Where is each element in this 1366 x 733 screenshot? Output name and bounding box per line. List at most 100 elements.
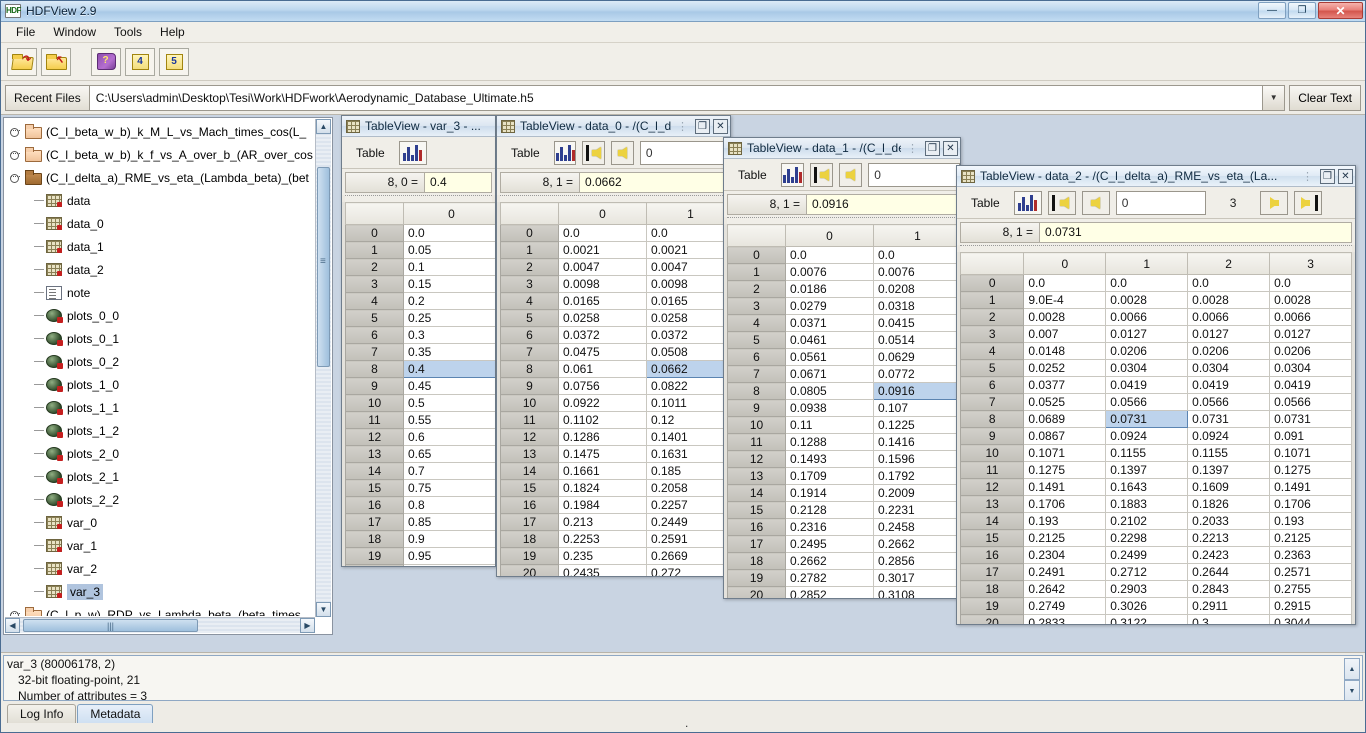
- table-row[interactable]: 13 0.65: [345, 445, 495, 463]
- table-cell[interactable]: 0.1491: [1269, 478, 1352, 496]
- row-header[interactable]: 1: [727, 263, 786, 281]
- table-cell[interactable]: 0.75: [403, 479, 495, 497]
- table-cell[interactable]: 0.2033: [1187, 512, 1271, 530]
- table-cell[interactable]: 0.3: [1187, 614, 1271, 624]
- table-row[interactable]: 8 0.0805 0.0916: [727, 382, 960, 400]
- table-row[interactable]: 11 0.1102 0.12: [500, 411, 730, 429]
- row-header[interactable]: 11: [500, 411, 559, 429]
- column-header[interactable]: 1: [1105, 252, 1189, 275]
- table-cell[interactable]: 0.1401: [646, 428, 730, 446]
- row-header[interactable]: 18: [959, 580, 1025, 598]
- table-row[interactable]: 13 0.1706 0.1883 0.1826 0.1706: [959, 495, 1352, 513]
- table-cell[interactable]: 0.2915: [1269, 597, 1352, 615]
- table-cell[interactable]: 0.2231: [873, 501, 960, 519]
- table-cell[interactable]: 0.0: [646, 224, 730, 242]
- row-header[interactable]: 12: [727, 450, 786, 468]
- tableview-close-button[interactable]: ✕: [1338, 168, 1353, 184]
- hdf5-library-button[interactable]: 5: [159, 47, 189, 76]
- row-header[interactable]: 17: [345, 513, 404, 531]
- table-cell[interactable]: 0.9: [403, 530, 495, 548]
- tableview-maximize-button[interactable]: ❐: [1320, 168, 1335, 184]
- table-row[interactable]: 1 0.0021 0.0021: [500, 241, 730, 259]
- table-cell[interactable]: 0.091: [1269, 427, 1352, 445]
- tree-expand-handle-icon[interactable]: [10, 125, 23, 138]
- table-cell[interactable]: 0.2449: [646, 513, 730, 531]
- table-row[interactable]: 3 0.15: [345, 275, 495, 293]
- table-cell[interactable]: 0.0508: [646, 343, 730, 361]
- table-cell[interactable]: 0.2856: [873, 552, 960, 570]
- row-header[interactable]: 13: [959, 495, 1025, 513]
- table-cell[interactable]: 0.0461: [785, 331, 874, 349]
- data-table[interactable]: 0 0 0.0 1 0.05 2 0.1 3 0.15 4 0.2 5 0.25 6 0.3 7 0.35 8 0.…: [345, 202, 495, 566]
- table-cell[interactable]: 0.25: [403, 309, 495, 327]
- tableview-menu-table[interactable]: Table: [730, 168, 775, 182]
- row-header[interactable]: 10: [959, 444, 1025, 462]
- row-header[interactable]: 15: [727, 501, 786, 519]
- row-header[interactable]: 2: [727, 280, 786, 298]
- table-cell[interactable]: 0.2423: [1187, 546, 1271, 564]
- table-row[interactable]: 4 0.0371 0.0415: [727, 314, 960, 332]
- table-row[interactable]: 12 0.1493 0.1596: [727, 450, 960, 468]
- table-cell[interactable]: 0.0206: [1187, 342, 1271, 360]
- tableview-window-data_1[interactable]: TableView - data_1 - /(C_l_delta_a)_RME_…: [723, 137, 961, 599]
- close-file-button[interactable]: ↖: [41, 47, 71, 76]
- table-cell[interactable]: 0.2495: [785, 535, 874, 553]
- table-cell[interactable]: 0.0372: [646, 326, 730, 344]
- table-grid-container[interactable]: 0 1 0 0.0 0.0 1 0.0076 0.0076 2 0.0186 0.0208 3 0.02…: [724, 224, 960, 598]
- row-header[interactable]: 4: [959, 342, 1025, 360]
- row-header[interactable]: 14: [500, 462, 559, 480]
- table-cell[interactable]: 0.1643: [1105, 478, 1189, 496]
- row-header[interactable]: 5: [500, 309, 559, 327]
- table-row[interactable]: 15 0.2125 0.2298 0.2213 0.2125: [959, 529, 1352, 547]
- table-cell[interactable]: 0.0028: [1105, 291, 1189, 309]
- chart-icon[interactable]: [780, 162, 804, 187]
- table-cell[interactable]: 0.0021: [558, 241, 647, 259]
- table-cell[interactable]: 0.0475: [558, 343, 647, 361]
- table-cell[interactable]: 1.0: [403, 564, 495, 566]
- row-header[interactable]: 3: [959, 325, 1025, 343]
- row-header[interactable]: 9: [345, 377, 404, 395]
- row-header[interactable]: 14: [959, 512, 1025, 530]
- row-header[interactable]: 16: [345, 496, 404, 514]
- row-header[interactable]: 13: [345, 445, 404, 463]
- table-cell[interactable]: 0.2363: [1269, 546, 1352, 564]
- table-row[interactable]: 10 0.11 0.1225: [727, 416, 960, 434]
- data-table[interactable]: 0 1 0 0.0 0.0 1 0.0021 0.0021 2 0.0047 0.0047 3 0.00…: [500, 202, 730, 576]
- table-row[interactable]: 18 0.2662 0.2856: [727, 552, 960, 570]
- tree-node-data[interactable]: data: [4, 189, 314, 212]
- row-header[interactable]: 11: [345, 411, 404, 429]
- table-cell[interactable]: 0.0021: [646, 241, 730, 259]
- row-header[interactable]: 3: [727, 297, 786, 315]
- tree-scroll-left-button[interactable]: ◀: [5, 618, 20, 633]
- page-index-input[interactable]: 0: [868, 162, 960, 187]
- table-cell[interactable]: 0.0731: [1105, 410, 1189, 428]
- tree-scroll-up-button[interactable]: ▲: [316, 119, 331, 134]
- nav-first-page-button[interactable]: [809, 162, 834, 187]
- tree-node-plots_2_1[interactable]: plots_2_1: [4, 465, 314, 488]
- table-cell[interactable]: 0.0304: [1187, 359, 1271, 377]
- table-cell[interactable]: 0.0822: [646, 377, 730, 395]
- row-header[interactable]: 2: [345, 258, 404, 276]
- table-row[interactable]: 18 0.2253 0.2591: [500, 530, 730, 548]
- tree-node-plots_0_2[interactable]: plots_0_2: [4, 350, 314, 373]
- table-cell[interactable]: 0.0514: [873, 331, 960, 349]
- row-header[interactable]: 6: [500, 326, 559, 344]
- table-row[interactable]: 5 0.0258 0.0258: [500, 309, 730, 327]
- table-row[interactable]: 3 0.0098 0.0098: [500, 275, 730, 293]
- table-row[interactable]: 19 0.2782 0.3017: [727, 569, 960, 587]
- table-cell[interactable]: 0.0525: [1023, 393, 1107, 411]
- row-header[interactable]: 14: [727, 484, 786, 502]
- table-cell[interactable]: 0.0165: [558, 292, 647, 310]
- tab-metadata[interactable]: Metadata: [77, 704, 154, 723]
- table-cell[interactable]: 0.0206: [1105, 342, 1189, 360]
- table-cell[interactable]: 0.0: [558, 224, 647, 242]
- table-row[interactable]: 16 0.8: [345, 496, 495, 514]
- column-header[interactable]: 0: [785, 224, 874, 247]
- table-row[interactable]: 2 0.0028 0.0066 0.0066 0.0066: [959, 308, 1352, 326]
- table-cell[interactable]: 0.1275: [1023, 461, 1107, 479]
- tab-log-info[interactable]: Log Info: [7, 704, 77, 723]
- table-cell[interactable]: 0.0206: [1269, 342, 1352, 360]
- row-header[interactable]: 19: [959, 597, 1025, 615]
- table-cell[interactable]: 0.2213: [1187, 529, 1271, 547]
- table-cell[interactable]: 0.1102: [558, 411, 647, 429]
